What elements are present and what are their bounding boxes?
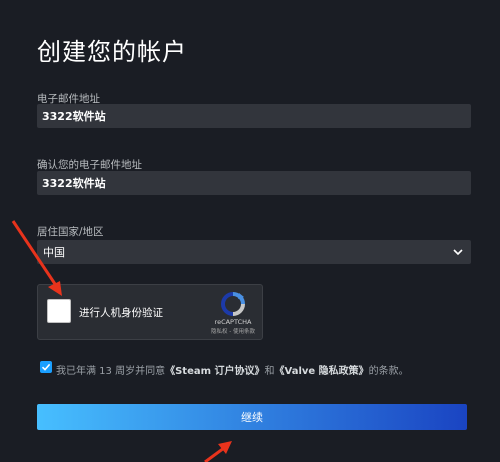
agreement-suffix: 的条款。 (368, 366, 409, 377)
country-select-value: 中国 (43, 246, 65, 259)
agreement-text: 我已年满 13 周岁并同意《Steam 订户协议》和《Valve 隐私政策》的条… (56, 362, 409, 377)
page-title: 创建您的帐户 (37, 38, 187, 66)
confirm-email-field[interactable]: 3322软件站 (37, 171, 471, 195)
agreement-and: 和 (264, 366, 275, 377)
continue-button[interactable]: 继续 (37, 404, 467, 430)
country-label: 居住国家/地区 (37, 226, 104, 238)
confirm-email-label: 确认您的电子邮件地址 (37, 159, 142, 171)
recaptcha-logo-icon (220, 292, 245, 316)
annotation-arrow-icon (204, 441, 232, 462)
agreement-prefix: 我已年满 13 周岁并同意 (56, 366, 166, 377)
agreement-checkbox[interactable] (40, 361, 52, 373)
recaptcha-links[interactable]: 隐私权 - 使用条款 (204, 327, 262, 335)
recaptcha-widget: 进行人机身份验证 reCAPTCHA 隐私权 - 使用条款 (37, 284, 263, 340)
chevron-down-icon (453, 249, 463, 256)
recaptcha-brand: reCAPTCHA (214, 318, 252, 326)
country-select[interactable]: 中国 (37, 240, 471, 264)
valve-privacy-link[interactable]: 《Valve 隐私政策》 (275, 366, 369, 377)
steam-agreement-link[interactable]: 《Steam 订户协议》 (165, 366, 264, 377)
recaptcha-checkbox[interactable] (47, 299, 71, 323)
recaptcha-label: 进行人机身份验证 (79, 307, 163, 319)
email-field[interactable]: 3322软件站 (37, 104, 471, 128)
